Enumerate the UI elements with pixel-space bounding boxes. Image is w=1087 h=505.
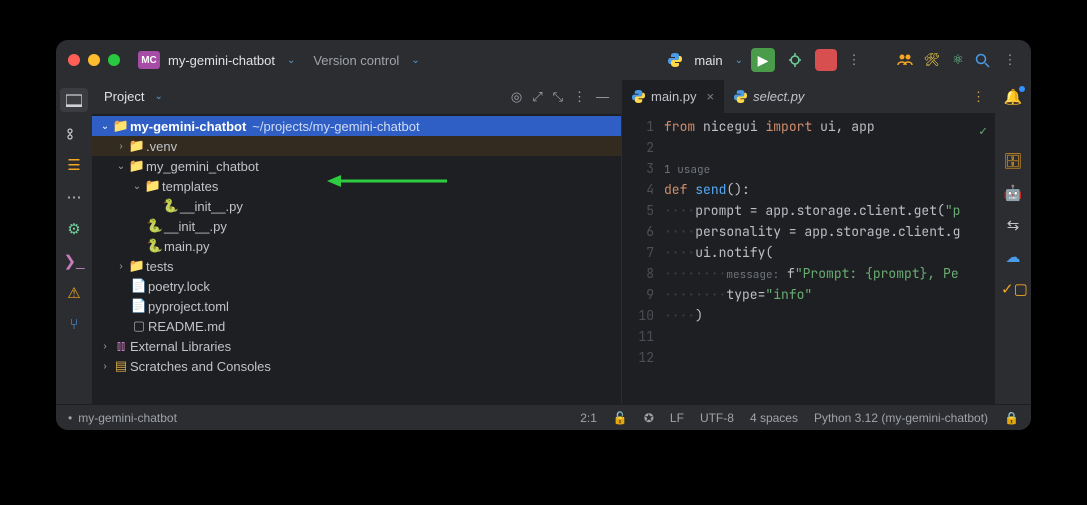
tree-item-init-inner[interactable]: 🐍__init__.py	[92, 196, 621, 216]
tree-item-scratches[interactable]: ›▤Scratches and Consoles	[92, 356, 621, 376]
expand-icon[interactable]: ⤢	[532, 89, 542, 105]
editor-tabs: main.py × select.py ⋮	[622, 80, 995, 114]
tree-item-external-libs[interactable]: ›⫾⫾External Libraries	[92, 336, 621, 356]
run-config-name[interactable]: main	[694, 53, 722, 68]
root-path: ~/projects/my-gemini-chatbot	[252, 119, 419, 134]
debug-button[interactable]	[783, 48, 807, 72]
root-name: my-gemini-chatbot	[130, 119, 246, 134]
project-tree[interactable]: ⌄📁 my-gemini-chatbot ~/projects/my-gemin…	[92, 114, 621, 404]
more-tool-button[interactable]: ⋯	[62, 188, 86, 206]
python-console-button[interactable]: ⚙	[62, 220, 86, 238]
project-tool-button[interactable]	[60, 88, 88, 112]
notifications-button[interactable]: 🔔	[1001, 88, 1025, 106]
titlebar: MC my-gemini-chatbot ⌄ Version control ⌄ m…	[56, 40, 1031, 80]
terminal-button[interactable]: ❯_	[62, 252, 86, 270]
tree-item-templates[interactable]: ⌄📁templates	[92, 176, 621, 196]
lock-icon[interactable]: 🔒	[1004, 411, 1019, 425]
tree-item-init[interactable]: 🐍__init__.py	[92, 216, 621, 236]
tab-select-py[interactable]: select.py	[724, 80, 814, 113]
tree-item-tests[interactable]: ›📁tests	[92, 256, 621, 276]
project-panel: Project ⌄ ◎ ⤢ ⤡ ⋮ — ⌄📁 my-gemini-chatbot…	[92, 80, 622, 404]
tree-root[interactable]: ⌄📁 my-gemini-chatbot ~/projects/my-gemin…	[92, 116, 621, 136]
project-badge: MC	[138, 51, 160, 69]
structure-tool-button[interactable]: ☰	[62, 156, 86, 174]
collapse-icon[interactable]: ⤡	[553, 89, 563, 105]
close-window-button[interactable]	[68, 54, 80, 66]
right-toolbar: 🔔 🗄 🤖 ⇆ ☁ ✓▢	[995, 80, 1031, 404]
project-panel-title[interactable]: Project	[104, 89, 144, 104]
left-toolbar: ☰ ⋯ ⚙ ❯_ ⚠ ⑂	[56, 80, 92, 404]
options-icon[interactable]: ⋮	[573, 89, 586, 105]
window-controls	[68, 54, 120, 66]
breadcrumb-dot: •	[68, 411, 72, 425]
tab-options-icon[interactable]: ⋮	[972, 89, 985, 105]
version-control-menu[interactable]: Version control	[313, 53, 399, 68]
tree-item-main[interactable]: 🐍main.py	[92, 236, 621, 256]
tree-item-pyproject[interactable]: 📄pyproject.toml	[92, 296, 621, 316]
tab-main-py[interactable]: main.py ×	[622, 80, 724, 113]
tree-item-package[interactable]: ⌄📁my_gemini_chatbot	[92, 156, 621, 176]
target-icon[interactable]: ◎	[511, 89, 522, 105]
cloud-button[interactable]: ☁	[1001, 248, 1025, 266]
gutter: 123456789101112	[622, 114, 664, 404]
atom-icon[interactable]: ⚛	[949, 52, 967, 68]
tree-item-poetry[interactable]: 📄poetry.lock	[92, 276, 621, 296]
coverage-button[interactable]: ✓▢	[1001, 280, 1025, 298]
inspection-ok-icon[interactable]: ✓	[979, 120, 987, 141]
stop-button[interactable]	[815, 49, 837, 71]
settings-icon[interactable]: ⋮	[1001, 52, 1019, 68]
line-separator[interactable]: LF	[670, 411, 684, 425]
editor-area: main.py × select.py ⋮ 123456789101112 fr…	[622, 80, 995, 404]
project-panel-header: Project ⌄ ◎ ⤢ ⤡ ⋮ —	[92, 80, 621, 114]
cursor-position[interactable]: 2:1	[580, 411, 597, 425]
python-icon	[668, 53, 682, 67]
chevron-down-icon[interactable]: ⌄	[411, 55, 419, 66]
database-button[interactable]: 🗄	[1001, 152, 1025, 170]
tree-item-readme[interactable]: ▢README.md	[92, 316, 621, 336]
more-icon[interactable]: ⋮	[845, 52, 863, 68]
hide-icon[interactable]: —	[596, 89, 609, 105]
ai-assistant-button[interactable]: 🤖	[1001, 184, 1025, 202]
usage-hint[interactable]: 1 usage	[664, 160, 710, 181]
tree-item-venv[interactable]: ›📁.venv	[92, 136, 621, 156]
code-editor[interactable]: 123456789101112 from nicegui import ui, …	[622, 114, 995, 404]
endpoints-button[interactable]: ⇆	[1001, 216, 1025, 234]
chevron-down-icon[interactable]: ⌄	[154, 91, 162, 102]
breadcrumb[interactable]: my-gemini-chatbot	[78, 411, 177, 425]
close-tab-icon[interactable]: ×	[707, 89, 715, 104]
readonly-icon[interactable]: 🔓	[613, 411, 628, 425]
maximize-window-button[interactable]	[108, 54, 120, 66]
indent-setting[interactable]: 4 spaces	[750, 411, 798, 425]
code-with-me-icon[interactable]	[897, 52, 915, 68]
commit-tool-button[interactable]	[62, 126, 86, 142]
encoding[interactable]: UTF-8	[700, 411, 734, 425]
tools-icon[interactable]: 🛠	[923, 52, 941, 68]
chevron-down-icon[interactable]: ⌄	[287, 55, 295, 66]
problems-button[interactable]: ⚠	[62, 284, 86, 302]
status-bar: • my-gemini-chatbot 2:1 🔓 ✪ LF UTF-8 4 s…	[56, 404, 1031, 430]
minimize-window-button[interactable]	[88, 54, 100, 66]
chevron-down-icon[interactable]: ⌄	[735, 55, 743, 66]
run-button[interactable]: ▶	[751, 48, 775, 72]
project-name[interactable]: my-gemini-chatbot	[168, 53, 275, 68]
git-button[interactable]: ⑂	[62, 316, 86, 333]
source[interactable]: from nicegui import ui, app 1 usage def …	[664, 114, 995, 404]
search-icon[interactable]	[975, 53, 993, 68]
interpreter[interactable]: Python 3.12 (my-gemini-chatbot)	[814, 411, 988, 425]
ide-window: MC my-gemini-chatbot ⌄ Version control ⌄ m…	[56, 40, 1031, 430]
copilot-icon[interactable]: ✪	[644, 411, 654, 425]
